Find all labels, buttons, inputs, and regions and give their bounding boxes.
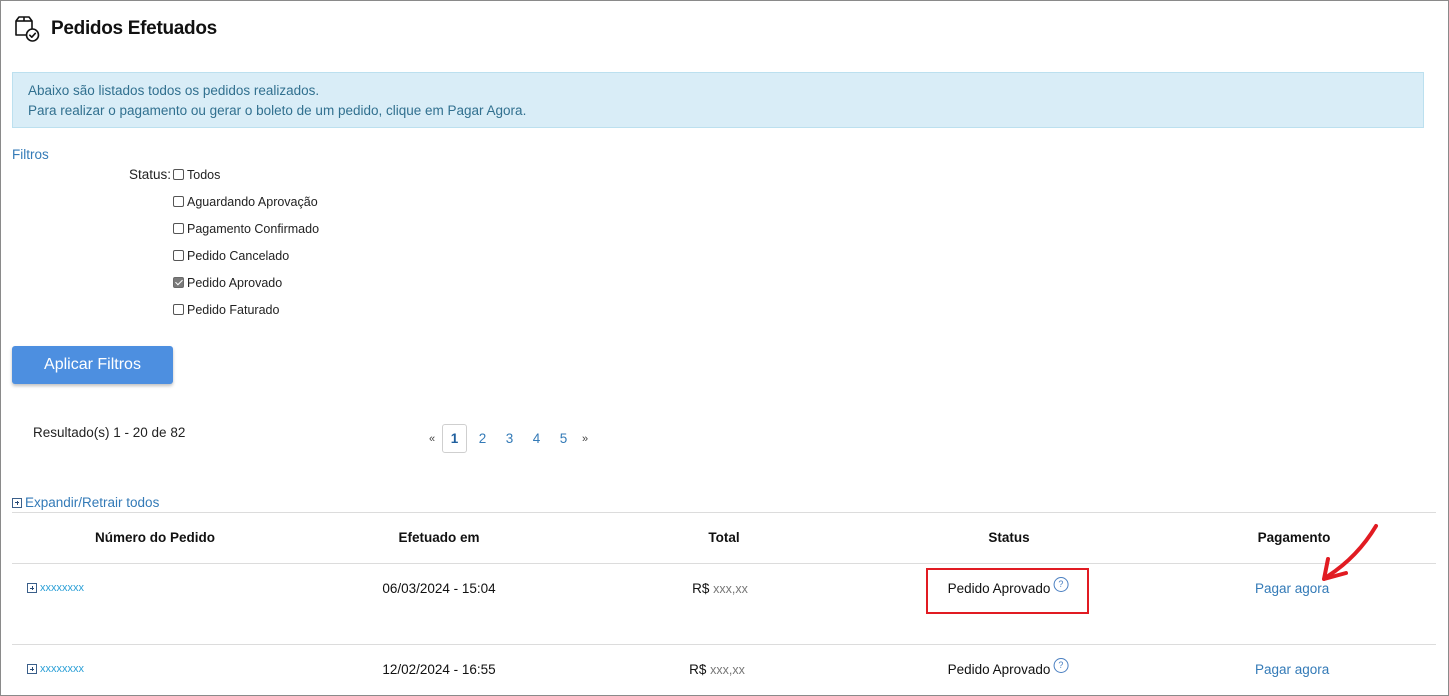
total-amount: xxx,xx: [710, 663, 745, 677]
column-header-order-number: Número do Pedido: [94, 530, 216, 545]
column-header-total: Total: [708, 530, 740, 545]
order-status: Pedido Aprovado ?: [947, 658, 1069, 677]
order-date: 06/03/2024 - 15:04: [382, 581, 496, 596]
filter-option-label: Todos: [187, 168, 221, 182]
pagination-page-1[interactable]: 1: [442, 424, 467, 453]
pagination-prev[interactable]: «: [424, 433, 440, 445]
checkbox-checked[interactable]: [173, 276, 184, 288]
filter-option-pedido-aprovado[interactable]: Pedido Aprovado: [173, 276, 282, 290]
expand-row-icon[interactable]: [27, 664, 37, 674]
status-filter-label: Status:: [129, 167, 172, 182]
page-header: Pedidos Efetuados: [13, 13, 217, 45]
pagination: « 1 2 3 4 5 »: [424, 424, 593, 453]
info-alert: Abaixo são listados todos os pedidos rea…: [12, 72, 1424, 128]
column-header-status: Status: [988, 530, 1030, 545]
filter-option-label: Pedido Aprovado: [187, 276, 283, 290]
filter-option-aguardando-aprovacao[interactable]: Aguardando Aprovação: [173, 195, 318, 209]
status-highlight-box: [926, 568, 1089, 614]
expand-plus-icon: [12, 497, 22, 508]
order-number-link[interactable]: xxxxxxxx: [27, 663, 84, 675]
filter-option-label: Pedido Cancelado: [187, 249, 290, 263]
filter-option-todos[interactable]: Todos: [173, 168, 220, 182]
pagination-next[interactable]: »: [577, 433, 593, 445]
pagination-page-5[interactable]: 5: [550, 431, 577, 446]
info-line-2: Para realizar o pagamento ou gerar o bol…: [28, 103, 527, 118]
filters-title: Filtros: [12, 147, 49, 162]
orders-box-check-icon: [15, 16, 40, 42]
filter-option-label: Aguardando Aprovação: [187, 195, 318, 209]
checkbox[interactable]: [173, 222, 184, 234]
checkbox[interactable]: [173, 303, 184, 315]
order-number-link[interactable]: xxxxxxxx: [27, 582, 84, 594]
filter-option-pagamento-confirmado[interactable]: Pagamento Confirmado: [173, 222, 319, 236]
page-frame: Pedidos Efetuados Abaixo são listados to…: [0, 0, 1449, 696]
order-number[interactable]: xxxxxxxx: [40, 663, 84, 675]
order-date: 12/02/2024 - 16:55: [382, 662, 496, 677]
currency-symbol: R$: [689, 662, 707, 677]
red-arrow-annotation: [1322, 524, 1378, 581]
column-header-date: Efetuado em: [398, 530, 480, 545]
order-total: R$ xxx,xx: [692, 581, 748, 596]
page-title: Pedidos Efetuados: [51, 18, 217, 39]
status-text: Pedido Aprovado: [947, 662, 1051, 677]
apply-filters-button[interactable]: Aplicar Filtros: [12, 346, 173, 384]
checkbox[interactable]: [173, 249, 184, 261]
help-icon[interactable]: ?: [1053, 658, 1069, 673]
table-divider: [12, 644, 1436, 645]
order-total: R$ xxx,xx: [689, 662, 745, 677]
info-line-1: Abaixo são listados todos os pedidos rea…: [28, 83, 320, 98]
checkbox[interactable]: [173, 195, 184, 207]
total-amount: xxx,xx: [713, 582, 748, 596]
pagination-page-3[interactable]: 3: [496, 431, 523, 446]
pagination-page-2[interactable]: 2: [469, 431, 496, 446]
expand-all-label: Expandir/Retrair todos: [25, 495, 160, 510]
filter-option-pedido-cancelado[interactable]: Pedido Cancelado: [173, 249, 289, 263]
order-number[interactable]: xxxxxxxx: [40, 582, 84, 594]
currency-symbol: R$: [692, 581, 710, 596]
results-count: Resultado(s) 1 - 20 de 82: [33, 425, 186, 440]
filter-option-pedido-faturado[interactable]: Pedido Faturado: [173, 303, 279, 317]
expand-collapse-all-link[interactable]: Expandir/Retrair todos: [12, 495, 159, 510]
filter-option-label: Pagamento Confirmado: [187, 222, 320, 236]
filter-option-label: Pedido Faturado: [187, 303, 280, 317]
expand-row-icon[interactable]: [27, 583, 37, 593]
pay-now-link[interactable]: Pagar agora: [1255, 662, 1329, 677]
pagination-page-4[interactable]: 4: [523, 431, 550, 446]
table-divider: [12, 563, 1436, 564]
table-divider: [12, 512, 1436, 513]
checkbox[interactable]: [173, 168, 184, 180]
